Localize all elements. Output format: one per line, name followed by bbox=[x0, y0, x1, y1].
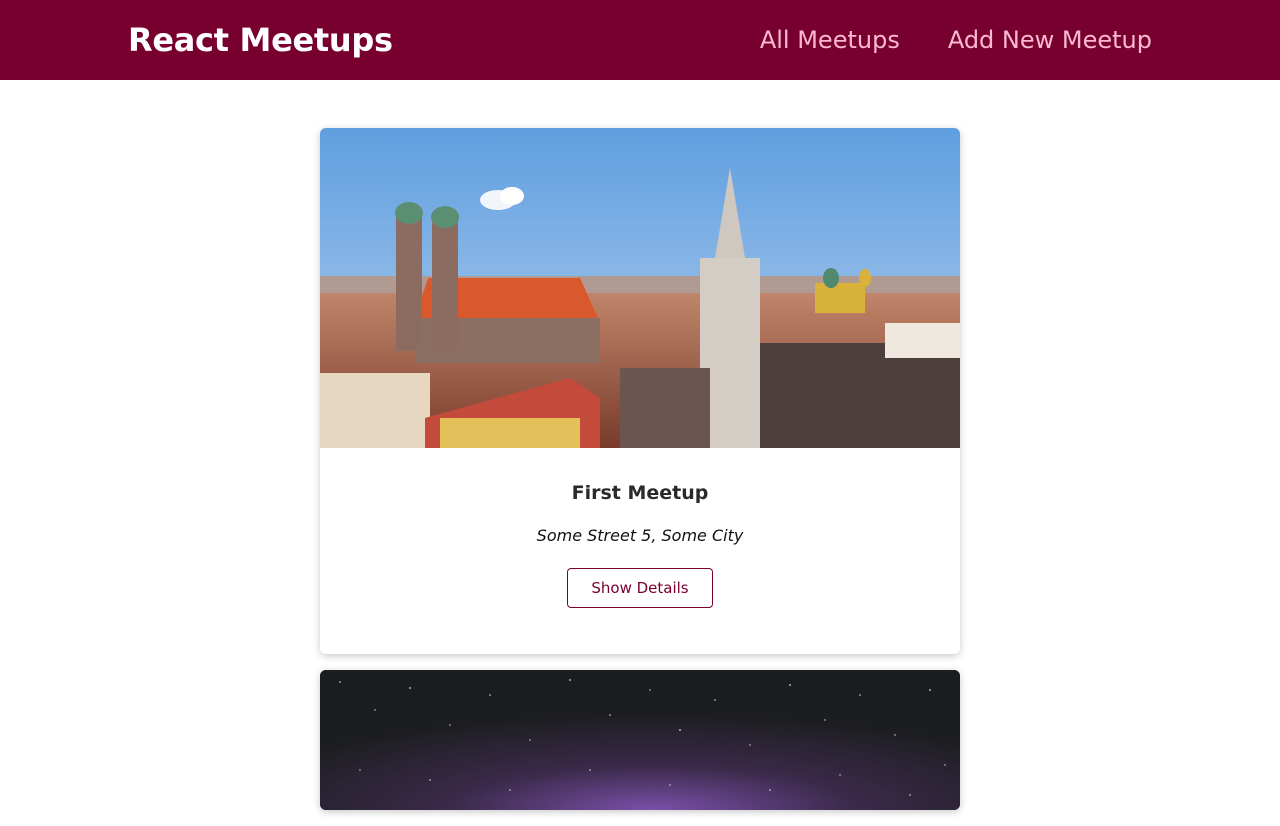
meetup-title: First Meetup bbox=[571, 482, 709, 504]
meetup-actions: Show Details bbox=[320, 568, 960, 654]
meetup-card bbox=[320, 670, 960, 810]
site-logo: React Meetups bbox=[128, 21, 393, 59]
show-details-button[interactable]: Show Details bbox=[567, 568, 713, 608]
nav-link-add-new-meetup[interactable]: Add New Meetup bbox=[948, 26, 1152, 54]
meetup-image-night-sky bbox=[320, 670, 960, 810]
meetup-card: First Meetup Some Street 5, Some City Sh… bbox=[320, 128, 960, 654]
meetup-content: First Meetup Some Street 5, Some City bbox=[320, 448, 960, 568]
meetup-image-munich bbox=[320, 128, 960, 448]
meetup-address: Some Street 5, Some City bbox=[536, 526, 744, 545]
meetup-list: First Meetup Some Street 5, Some City Sh… bbox=[320, 128, 960, 826]
main-nav: All Meetups Add New Meetup bbox=[760, 26, 1152, 54]
main-header: React Meetups All Meetups Add New Meetup bbox=[0, 0, 1280, 80]
nav-link-all-meetups[interactable]: All Meetups bbox=[760, 26, 900, 54]
